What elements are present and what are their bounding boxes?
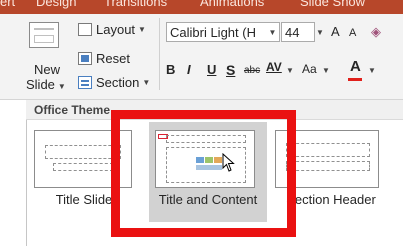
gallery-header-label: Office Theme	[34, 103, 111, 117]
new-slide-dropdown[interactable]: Slide ▼	[26, 77, 66, 92]
chevron-down-icon: ▼	[138, 24, 146, 34]
layout-icon	[78, 22, 92, 36]
tab-design[interactable]: Design	[36, 0, 76, 9]
font-name-value: Calibri Light (H	[170, 25, 256, 40]
grow-font-button[interactable]: A	[331, 24, 340, 39]
bold-button[interactable]: B	[166, 62, 175, 77]
new-slide-icon	[29, 22, 59, 48]
tab-transitions[interactable]: Transitions	[104, 0, 167, 9]
clear-formatting-icon[interactable]: ◈	[371, 24, 381, 40]
section-button[interactable]: Section ▼	[78, 73, 150, 91]
font-color-swatch	[348, 78, 362, 81]
new-slide-button[interactable]: New Slide ▼	[26, 17, 66, 97]
layout-label: Layout	[96, 21, 136, 37]
strikethrough-button[interactable]: abc	[244, 65, 260, 76]
tab-animations[interactable]: Animations	[200, 0, 264, 9]
chevron-down-icon[interactable]: ▼	[266, 23, 279, 41]
character-spacing-button[interactable]: AV	[266, 60, 282, 74]
chevron-down-icon[interactable]: ▼	[286, 66, 294, 75]
group-separator	[159, 18, 160, 90]
font-color-button[interactable]: A	[350, 58, 361, 75]
new-slide-label: New	[34, 62, 61, 77]
underline-button[interactable]: U	[207, 62, 216, 77]
italic-button[interactable]: I	[187, 62, 191, 77]
reset-button[interactable]: Reset	[78, 49, 130, 67]
reset-icon	[78, 51, 92, 65]
shadow-button[interactable]: S	[226, 62, 235, 78]
layout-button[interactable]: Layout ▼	[78, 20, 146, 38]
ribbon-tab-strip: ert Design Transitions Animations Slide …	[0, 0, 403, 14]
chevron-down-icon[interactable]: ▼	[368, 66, 376, 75]
tab-slide-show[interactable]: Slide Show	[300, 0, 365, 9]
chevron-down-icon[interactable]: ▼	[322, 66, 330, 75]
tab-insert[interactable]: ert	[0, 0, 15, 9]
font-name-combobox[interactable]: Calibri Light (H ▼	[166, 22, 280, 42]
section-icon	[78, 75, 92, 89]
font-size-dropdown-icon[interactable]: ▼	[316, 22, 326, 42]
highlight-annotation-box	[111, 110, 296, 237]
change-case-button[interactable]: Aa	[302, 62, 317, 76]
font-size-combobox[interactable]: 44	[281, 22, 315, 42]
font-size-value: 44	[285, 25, 300, 40]
chevron-down-icon: ▼	[142, 77, 151, 87]
reset-label: Reset	[96, 50, 130, 66]
section-label: Section	[96, 74, 140, 90]
shrink-font-button[interactable]: A	[349, 27, 356, 39]
